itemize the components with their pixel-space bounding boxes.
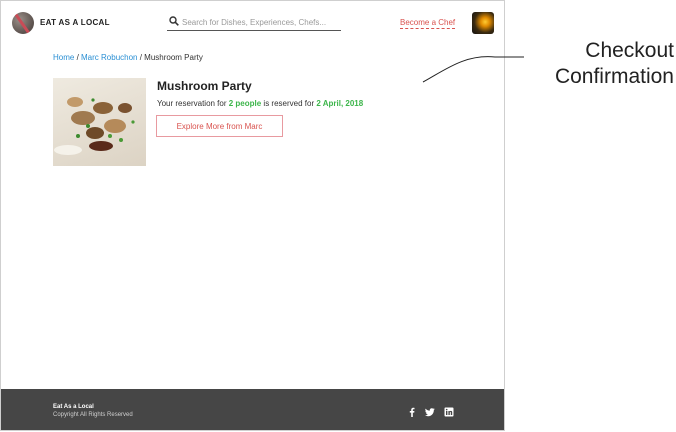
search-bar[interactable] bbox=[167, 14, 341, 31]
reservation-summary: Your reservation for 2 people is reserve… bbox=[157, 99, 363, 108]
search-icon bbox=[169, 16, 179, 26]
breadcrumb: Home / Marc Robuchon / Mushroom Party bbox=[53, 53, 203, 62]
annotation-connector bbox=[422, 56, 524, 83]
explore-more-button[interactable]: Explore More from Marc bbox=[156, 115, 283, 137]
twitter-icon[interactable] bbox=[425, 407, 435, 417]
dish-image bbox=[53, 78, 146, 166]
footer-copyright: Copyright All Rights Reserved bbox=[53, 412, 133, 418]
brand-name[interactable]: EAT AS A LOCAL bbox=[40, 18, 110, 27]
reservation-date: 2 April, 2018 bbox=[316, 99, 364, 108]
linkedin-icon[interactable] bbox=[444, 407, 454, 417]
reservation-text: Your reservation for bbox=[157, 99, 229, 108]
annotation-line2: Confirmation bbox=[554, 65, 674, 88]
annotation-label: Checkout Confirmation bbox=[534, 38, 674, 90]
reservation-text: is reserved for bbox=[261, 99, 317, 108]
people-count: 2 people bbox=[228, 99, 262, 108]
footer: Eat As a Local Copyright All Rights Rese… bbox=[1, 389, 504, 430]
annotation-line1: Checkout bbox=[585, 39, 674, 62]
header: EAT AS A LOCAL Become a Chef bbox=[1, 1, 504, 45]
become-chef-link[interactable]: Become a Chef bbox=[400, 18, 456, 29]
experience-title: Mushroom Party bbox=[157, 79, 252, 93]
breadcrumb-chef-link[interactable]: Marc Robuchon bbox=[81, 53, 137, 62]
breadcrumb-current: Mushroom Party bbox=[144, 53, 203, 62]
logo-icon[interactable] bbox=[12, 12, 34, 34]
search-input[interactable] bbox=[182, 15, 337, 29]
breadcrumb-home-link[interactable]: Home bbox=[53, 53, 74, 62]
facebook-icon[interactable] bbox=[407, 407, 417, 417]
user-avatar[interactable] bbox=[472, 12, 494, 34]
footer-brand: Eat As a Local bbox=[53, 404, 94, 410]
breadcrumb-separator: / bbox=[74, 53, 82, 62]
